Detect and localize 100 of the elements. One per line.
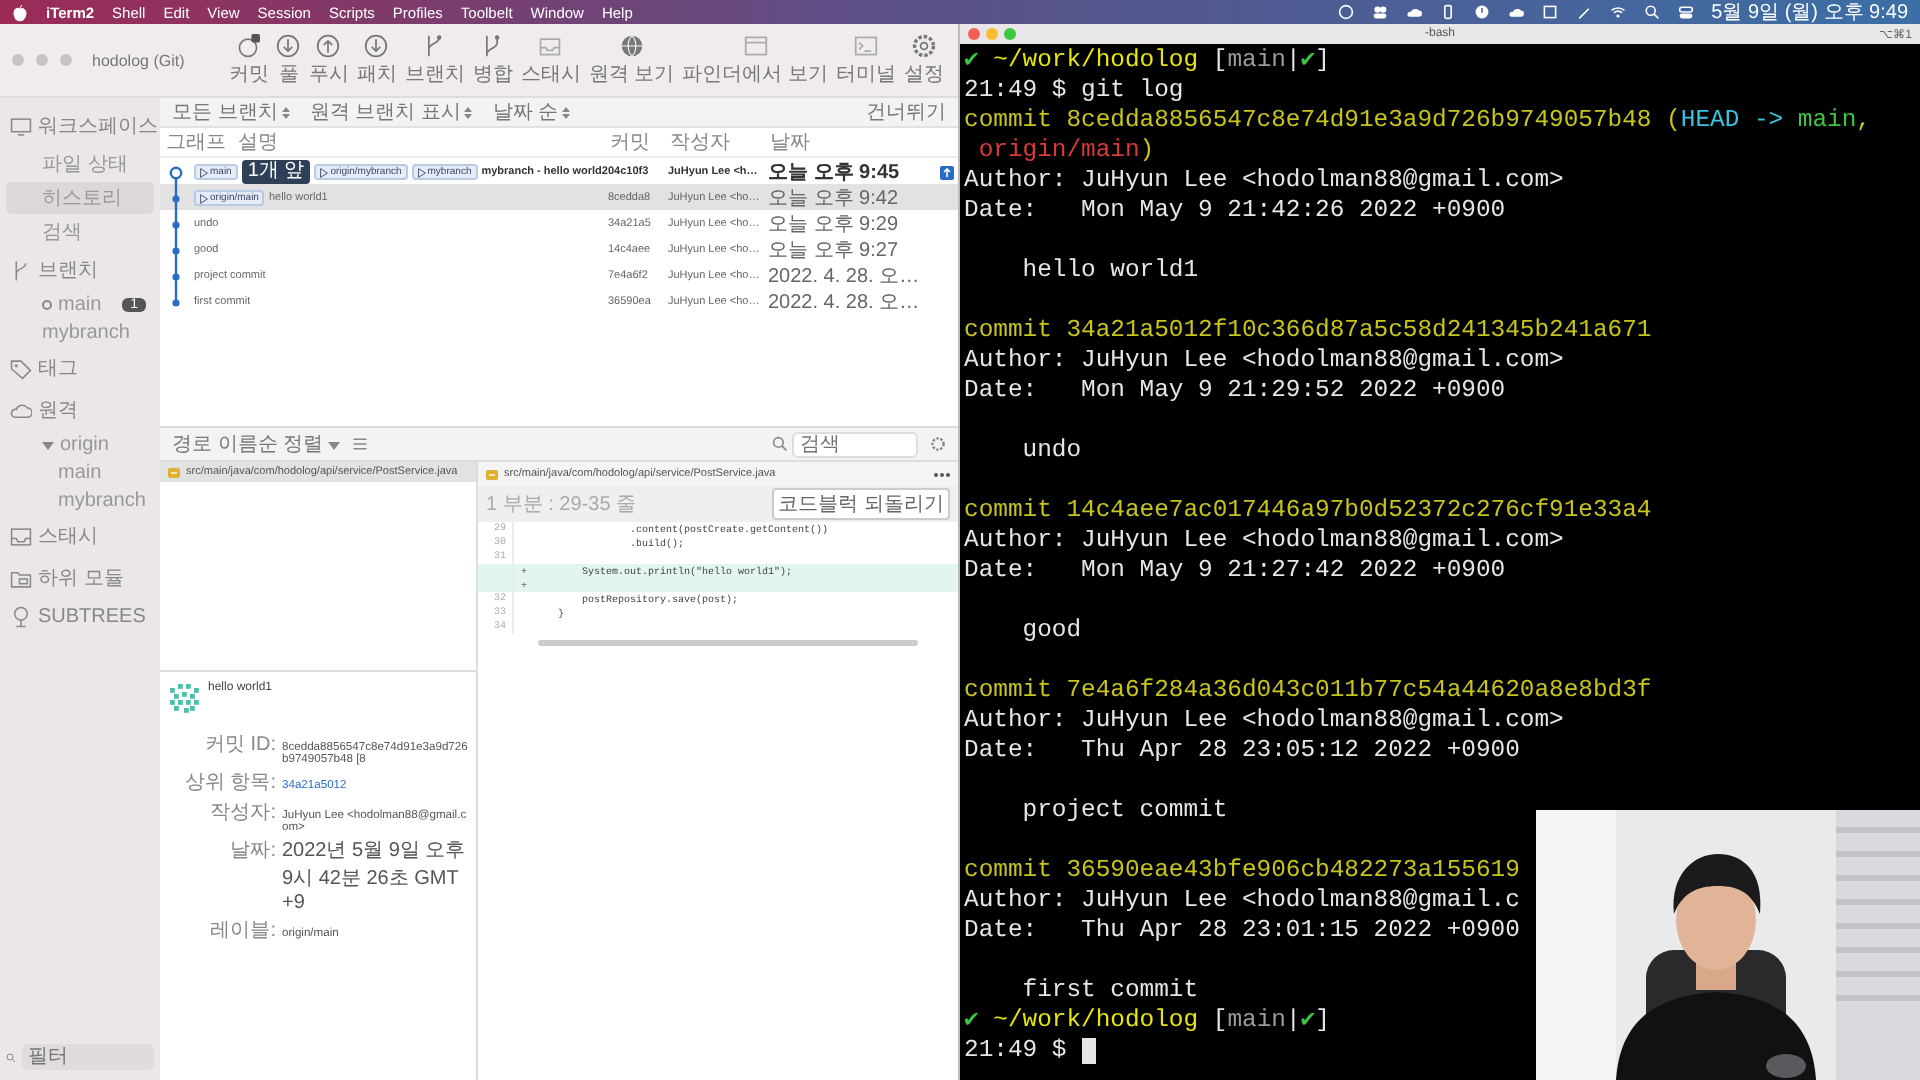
column-header[interactable]: 설명 [232, 128, 604, 156]
sidebar-section[interactable]: 원격 [6, 390, 154, 430]
logo-icon[interactable] [12, 3, 28, 21]
terminal-text: Date: Mon May 9 21:42:26 2022 +0900 [964, 196, 1506, 226]
column-header[interactable]: 커밋 [604, 128, 664, 156]
upload-icon [316, 33, 341, 57]
scrollbar[interactable] [538, 640, 918, 646]
toolbar-button[interactable]: 푸시 [306, 33, 351, 87]
toolbar-button[interactable]: 브랜치 [402, 33, 467, 87]
terminal-text: ✔ [1300, 46, 1316, 76]
wifi-icon[interactable] [1609, 4, 1626, 20]
column-header[interactable]: 날짜 [764, 128, 940, 156]
phone-icon[interactable] [1439, 4, 1456, 20]
terminal-icon [854, 33, 878, 57]
people-icon[interactable] [1371, 4, 1388, 20]
sidebar-section[interactable]: 브랜치 [6, 250, 154, 290]
toolbar-button[interactable]: 원격 보기 [586, 33, 677, 87]
terminal-text: ✔ [1300, 1006, 1316, 1036]
terminal-text: ] [1315, 46, 1330, 76]
toolbar-button[interactable]: 패치 [354, 33, 399, 87]
terminal-text: commit 14c4aee7ac017446a97b0d52372c276cf91e33a4 [964, 496, 1652, 526]
toolbar-button[interactable]: 병합 [470, 33, 515, 87]
filter-dropdown[interactable]: 모든 브랜치 [172, 98, 290, 126]
toolbar-button[interactable]: 커밋 [226, 33, 271, 87]
terminal-text: main [1797, 106, 1857, 136]
terminal-text: Author: JuHyun Lee <hodolman88@gmail.c [964, 886, 1520, 916]
terminal-text: commit 36590eae43bfe906cb482273a155619 [964, 856, 1520, 886]
sidebar-item[interactable]: origin [6, 432, 154, 458]
list-icon[interactable] [351, 436, 368, 452]
terminal-text: Author: JuHyun Lee <hodolman88@gmail.com> [964, 526, 1564, 556]
sidebar-item[interactable]: 파일 상태 [6, 148, 154, 180]
column-option[interactable]: 건너뛰기 [866, 98, 946, 126]
terminal-text: | [1285, 1006, 1301, 1036]
date-cell-text: 오늘 오후 9:42 [766, 186, 901, 212]
download-icon [276, 33, 301, 57]
terminal-text: HEAD -> [1680, 106, 1786, 136]
sidebar-item[interactable]: mybranch [6, 488, 154, 514]
toolbar-button[interactable]: 스태시 [518, 33, 583, 87]
terminal-text: commit 7e4a6f284a36d043c011b77c54a44620a8e8bd3f [964, 676, 1652, 706]
field-label: 날짜: [228, 838, 276, 864]
caret-icon [327, 442, 340, 450]
field-label: 커밋 ID: [202, 732, 276, 758]
close-button[interactable] [968, 28, 980, 40]
sidebar-item[interactable]: main [6, 460, 154, 486]
branch-icon [10, 259, 32, 281]
terminal-text: [ [1212, 46, 1228, 76]
toolbar-button[interactable]: 설정 [902, 33, 946, 87]
filter-field[interactable]: 필터 [22, 1044, 154, 1070]
sidebar-section[interactable]: 스태시 [6, 516, 154, 556]
sidebar-section[interactable]: 워크스페이스 [6, 106, 154, 146]
field-value: 2022년 5월 9일 오후 9시 42분 26초 GMT+9 [282, 838, 468, 914]
cloud-icon [10, 399, 32, 421]
monitor-icon [10, 115, 32, 137]
sort-dropdown[interactable]: 경로 이름순 정렬 [172, 430, 340, 458]
more-icon[interactable] [934, 471, 950, 477]
terminal-text: Date: Mon May 9 21:29:52 2022 +0900 [964, 376, 1506, 406]
alert-icon[interactable] [1473, 4, 1490, 20]
circle-icon[interactable] [1337, 4, 1354, 20]
download-icon [364, 33, 389, 57]
clock[interactable]: 5월 9일 (월) 오후 9:49 [1711, 0, 1908, 26]
toolbar-button[interactable]: 풀 [274, 33, 303, 87]
tray-icon [10, 525, 32, 547]
branch-icon [422, 33, 447, 57]
sidebar-section[interactable]: 하위 모듈 [6, 558, 154, 598]
search-icon[interactable] [1643, 4, 1660, 20]
terminal-text: 21:49 $ git log [964, 76, 1184, 106]
field-label: 레이블: [208, 918, 276, 944]
toolbar-button[interactable]: 파인더에서 보기 [680, 33, 830, 87]
date-cell-text: 오늘 오후 9:29 [766, 212, 901, 238]
square-icon[interactable] [1541, 4, 1558, 20]
merge-icon [480, 33, 505, 57]
column-header[interactable]: 작성자 [664, 128, 764, 156]
revert-button[interactable]: 코드블럭 되돌리기 [772, 488, 950, 520]
terminal-text: Author: JuHyun Lee <hodolman88@gmail.com> [964, 706, 1564, 736]
sidebar-item[interactable]: mybranch [6, 320, 154, 346]
terminal-text: ) [1139, 136, 1155, 166]
date-cell-text: 오늘 오후 9:45 [766, 160, 902, 186]
terminal-text: good [1020, 616, 1082, 646]
window-icon [743, 33, 768, 57]
terminal-text: Date: Thu Apr 28 23:05:12 2022 +0900 [964, 736, 1520, 766]
caret-icon[interactable] [42, 439, 54, 451]
gear-icon [912, 33, 936, 57]
tray-icon [538, 33, 563, 57]
toolbar-button[interactable]: 터미널 [834, 33, 898, 87]
filter-dropdown[interactable]: 원격 브랜치 표시 [309, 98, 473, 126]
sidebar-section[interactable]: SUBTREES [6, 600, 154, 634]
date-cell-text: 2022. 4. 28. 오… [766, 264, 922, 290]
field-label: 작성자: [208, 800, 276, 826]
cloud-icon[interactable] [1405, 4, 1422, 20]
terminal-text: ~/work/hodolog [993, 46, 1201, 76]
filter-dropdown[interactable]: 날짜 순 [492, 98, 571, 126]
sidebar-section[interactable]: 태그 [6, 348, 154, 388]
modified-file-icon [168, 467, 180, 477]
column-header[interactable]: 그래프 [160, 128, 232, 156]
switch-icon[interactable] [1677, 4, 1694, 20]
gear-icon[interactable] [930, 436, 946, 452]
sidebar-item[interactable]: 검색 [6, 216, 154, 248]
search-field[interactable]: 검색 [792, 431, 918, 457]
cloud-icon[interactable] [1507, 4, 1524, 20]
folder-icon [10, 567, 32, 589]
